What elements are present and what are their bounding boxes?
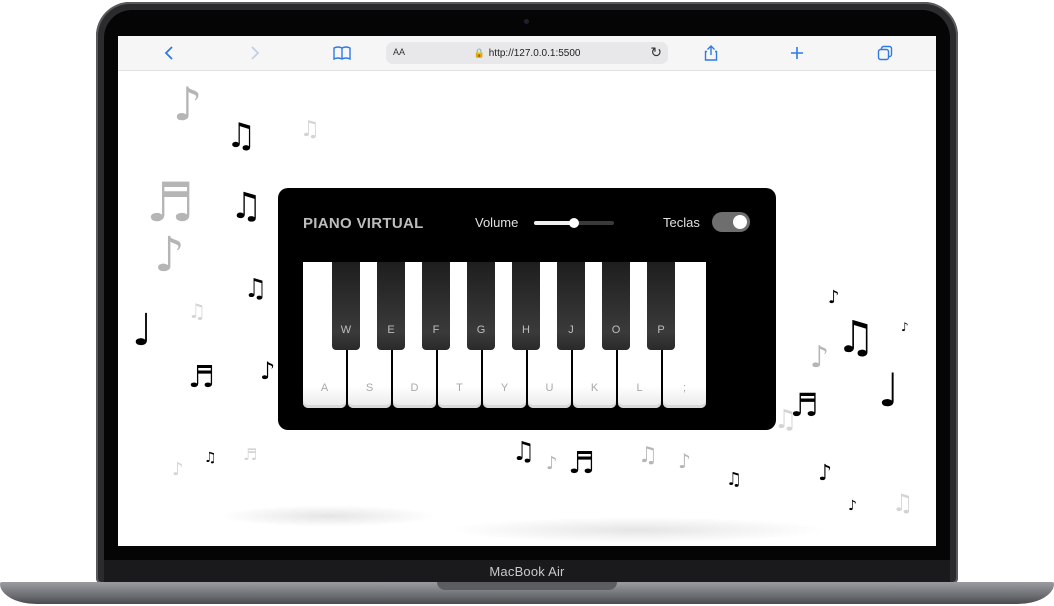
white-key-label: U [545, 382, 554, 394]
black-key-label: J [568, 324, 574, 336]
book-icon[interactable] [331, 42, 353, 64]
white-key-label: T [456, 382, 463, 394]
black-key-label: P [657, 324, 665, 336]
laptop-brand: MacBook Air [489, 564, 565, 579]
laptop-notch [437, 582, 617, 590]
black-key-label: W [340, 324, 352, 336]
black-key[interactable]: E [377, 262, 405, 350]
plus-icon[interactable] [786, 42, 808, 64]
volume-thumb[interactable] [569, 218, 579, 228]
floor-shadow [218, 505, 438, 527]
volume-slider[interactable] [534, 218, 614, 228]
back-icon[interactable] [158, 42, 180, 64]
white-key-label: A [320, 382, 329, 394]
black-key[interactable]: P [647, 262, 675, 350]
black-key[interactable]: H [512, 262, 540, 350]
black-key-label: O [611, 324, 621, 336]
white-key-label: ; [682, 382, 687, 394]
forward-icon[interactable] [244, 42, 266, 64]
camera [524, 19, 529, 24]
page-content: ♪ ♫ ♫ ♬ ♫ ♪ ♫ ♩ ♬ ♫ ♪ ♪ ♫ ♬ ♪ ♫ ♪ ♩ ♬ ♫ … [118, 71, 936, 546]
black-key[interactable]: O [602, 262, 630, 350]
screen: AA 🔒 http://127.0.0.1:5500 ↻ ♪ ♫ ♫ ♬ ♫ ♪… [118, 36, 936, 546]
piano-card: PIANO VIRTUAL Volume Teclas A S D T Y U K L; W E F… [278, 188, 776, 430]
browser-toolbar: AA 🔒 http://127.0.0.1:5500 ↻ [118, 36, 936, 71]
black-key-label: H [522, 324, 530, 336]
floor-shadow [448, 517, 828, 543]
lock-icon: 🔒 [473, 47, 485, 58]
keys-toggle[interactable] [712, 212, 750, 232]
url-text[interactable]: http://127.0.0.1:5500 [489, 48, 581, 59]
url-bar[interactable]: AA 🔒 http://127.0.0.1:5500 ↻ [386, 42, 668, 64]
black-key[interactable]: J [557, 262, 585, 350]
piano-title: PIANO VIRTUAL [303, 215, 424, 232]
black-key-label: E [387, 324, 395, 336]
black-key[interactable]: G [467, 262, 495, 350]
toggle-knob [733, 215, 747, 229]
white-key-label: K [590, 382, 599, 394]
tabs-icon[interactable] [874, 42, 896, 64]
white-key-label: D [410, 382, 419, 394]
white-key-label: L [636, 382, 643, 394]
piano-keyboard: A S D T Y U K L; W E F G H J O P [303, 262, 707, 408]
volume-label: Volume [475, 215, 519, 230]
black-key-label: F [432, 324, 440, 336]
white-key-label: Y [500, 382, 509, 394]
white-key-label: S [365, 382, 374, 394]
reload-icon[interactable]: ↻ [650, 44, 662, 61]
keys-label: Teclas [663, 215, 700, 230]
black-key[interactable]: W [332, 262, 360, 350]
black-key[interactable]: F [422, 262, 450, 350]
volume-fill [534, 221, 574, 225]
black-key-label: G [476, 324, 486, 336]
share-icon[interactable] [700, 42, 722, 64]
